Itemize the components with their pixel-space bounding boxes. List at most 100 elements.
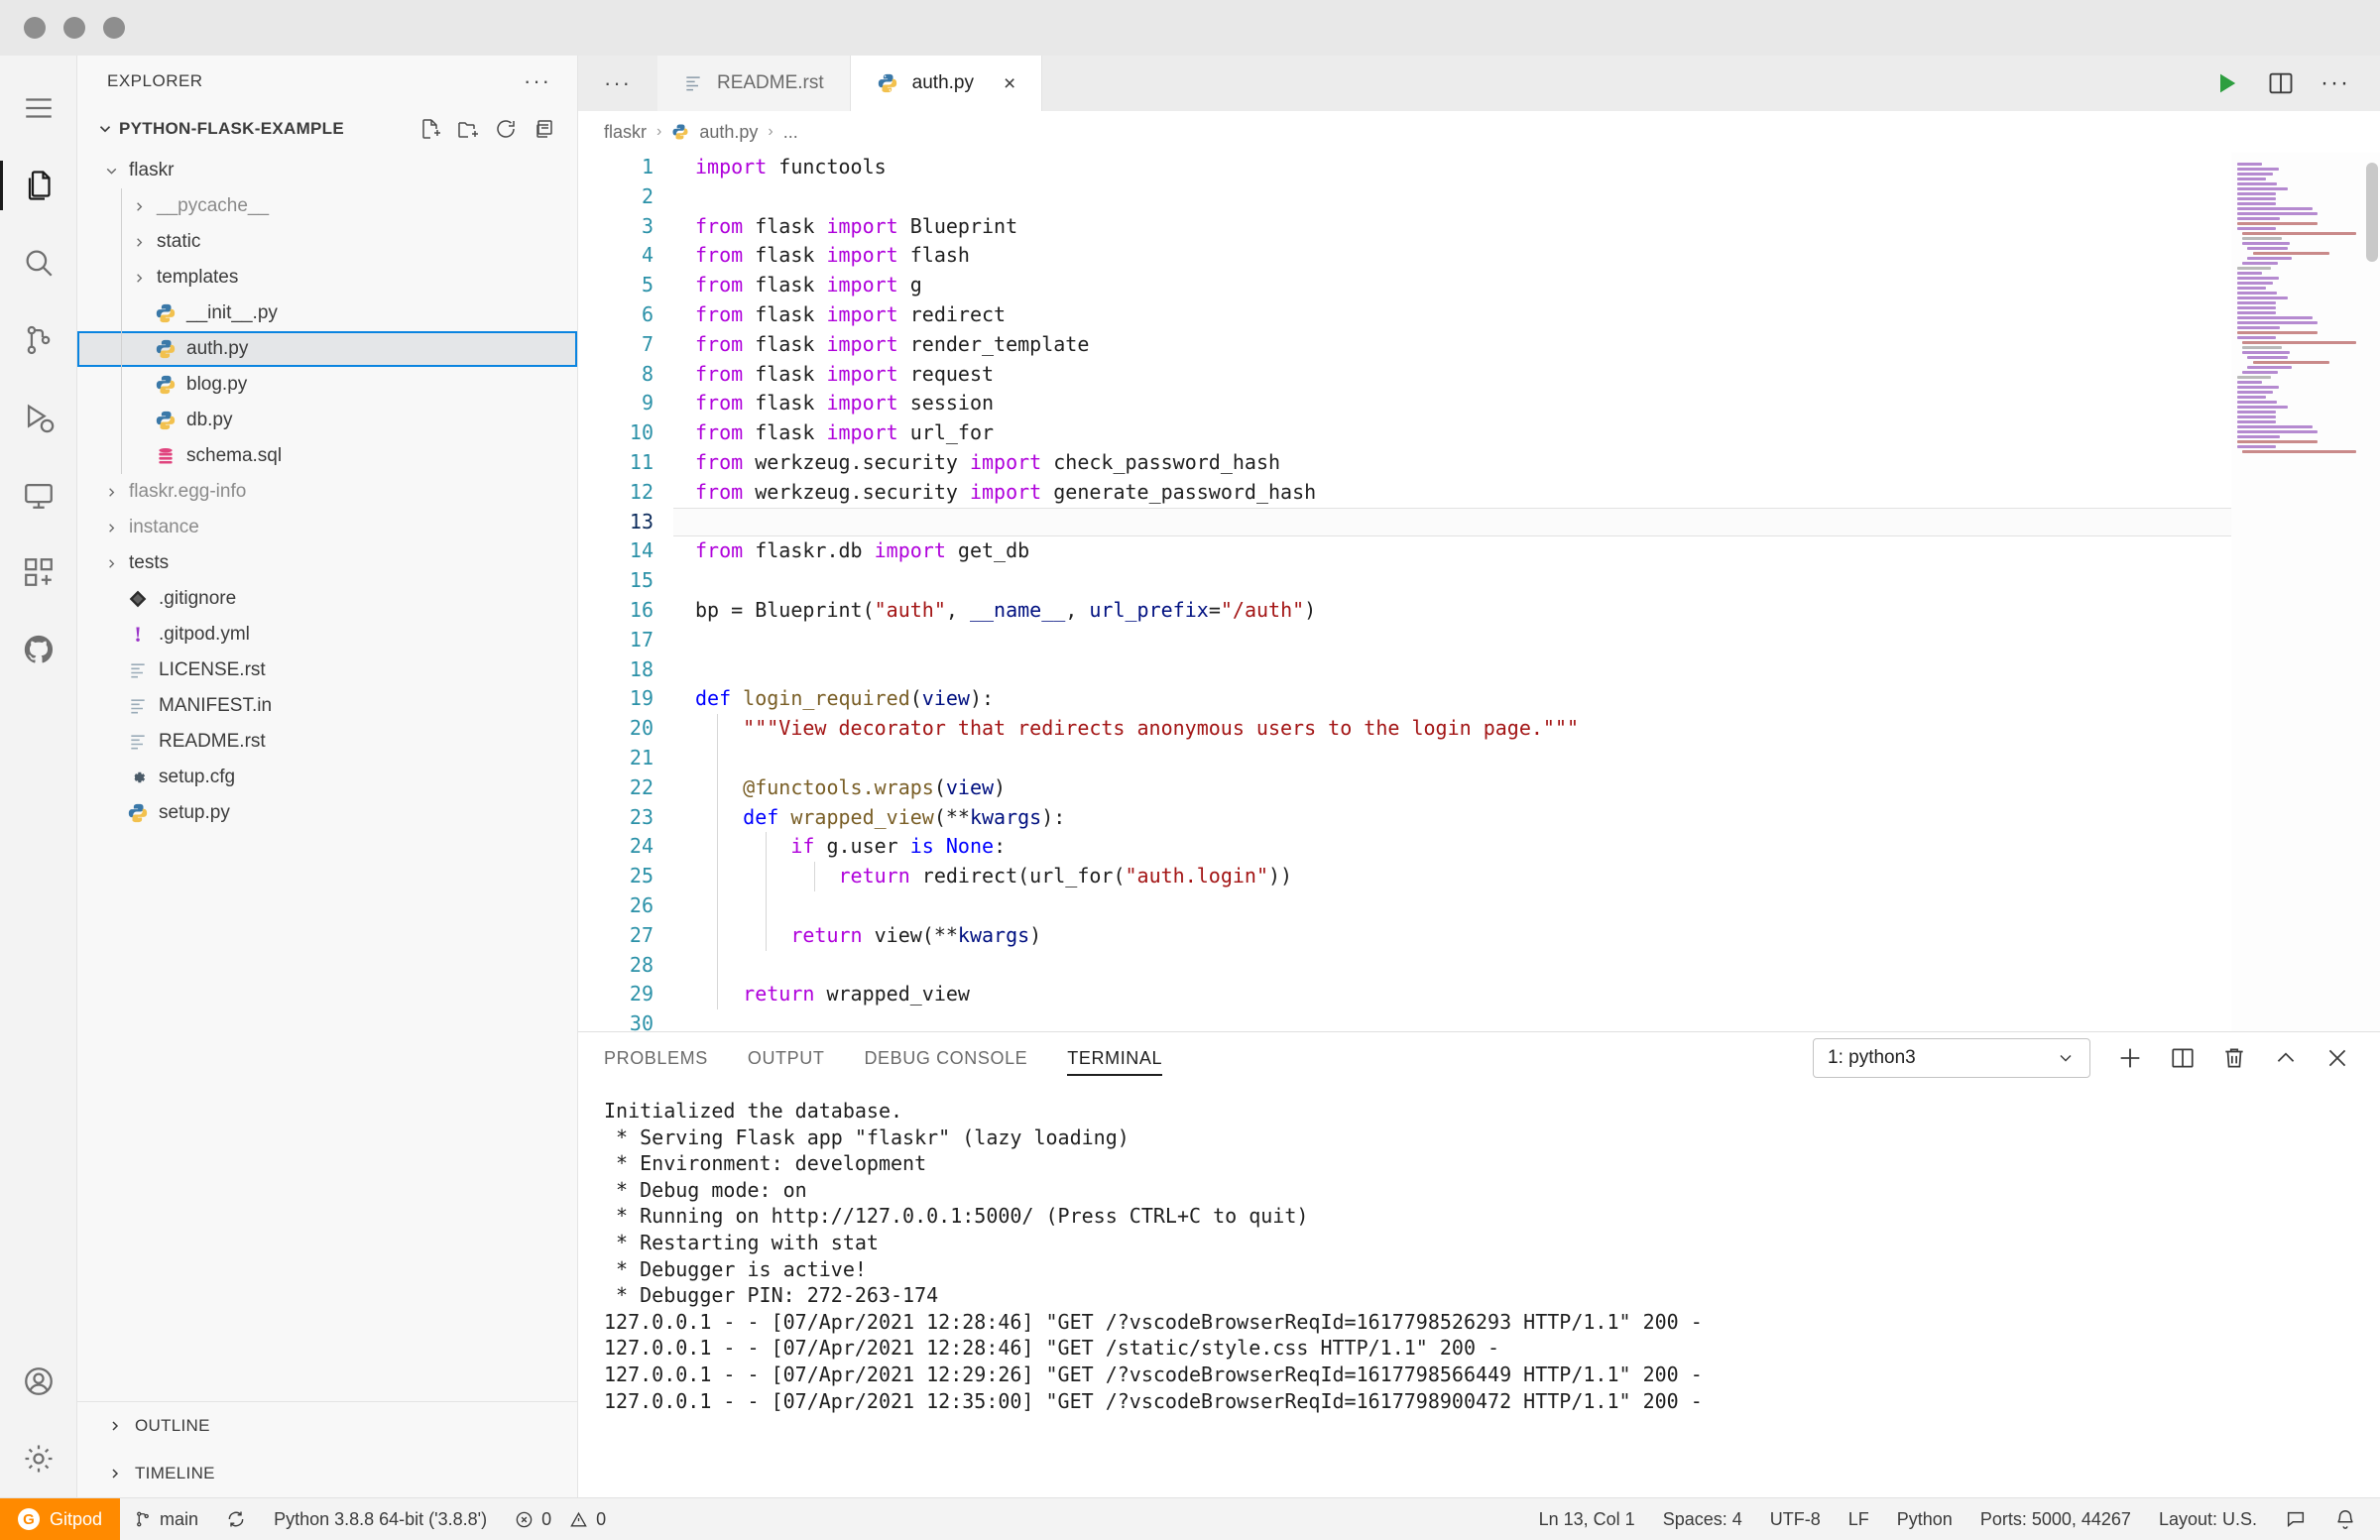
collapse-all-icon[interactable] [532, 117, 555, 141]
refresh-icon[interactable] [494, 117, 518, 141]
breadcrumb-item-symbol[interactable]: ... [783, 122, 798, 143]
tree-item-readme-rst[interactable]: README.rst [77, 724, 577, 760]
tab-problems[interactable]: PROBLEMS [604, 1032, 708, 1084]
tree-item-instance[interactable]: instance [77, 510, 577, 545]
tree-item-init-py[interactable]: __init__.py [77, 296, 577, 331]
code-line[interactable]: 3 from flask import Blueprint [578, 212, 2231, 242]
code-line[interactable]: 17 [578, 626, 2231, 655]
breadcrumb[interactable]: flaskr › auth.py › ... [578, 111, 2380, 153]
maximize-window-button[interactable] [103, 17, 125, 39]
feedback-icon[interactable] [2271, 1498, 2320, 1540]
tree-item-schema-sql[interactable]: schema.sql [77, 438, 577, 474]
tab-output[interactable]: OUTPUT [748, 1032, 825, 1084]
tree-item-auth-py[interactable]: auth.py [77, 331, 577, 367]
search-icon[interactable] [0, 224, 77, 301]
chevron-right-icon[interactable] [127, 271, 151, 286]
code-line[interactable]: 19 def login_required(view): [578, 684, 2231, 714]
tree-item-pycache[interactable]: __pycache__ [77, 188, 577, 224]
status-branch[interactable]: main [120, 1498, 212, 1540]
code-line[interactable]: 9 from flask import session [578, 389, 2231, 418]
tree-item-db-py[interactable]: db.py [77, 403, 577, 438]
close-icon[interactable]: × [1004, 73, 1015, 94]
code-line[interactable]: 2 [578, 182, 2231, 212]
sidebar-section-outline[interactable]: OUTLINE [77, 1402, 577, 1450]
terminal-output[interactable]: Initialized the database. * Serving Flas… [578, 1084, 2380, 1497]
new-terminal-icon[interactable] [2116, 1044, 2144, 1072]
code-line[interactable]: 21 [578, 743, 2231, 773]
code-line[interactable]: 20 """View decorator that redirects anon… [578, 714, 2231, 744]
run-python-file-icon[interactable] [2213, 69, 2241, 97]
split-editor-icon[interactable] [2267, 69, 2295, 97]
sidebar-section-timeline[interactable]: TIMELINE [77, 1450, 577, 1497]
breadcrumb-item-folder[interactable]: flaskr [604, 122, 647, 143]
tree-item-setup-cfg[interactable]: setup.cfg [77, 760, 577, 795]
minimap[interactable] [2231, 153, 2380, 1031]
status-ports[interactable]: Ports: 5000, 44267 [1966, 1498, 2145, 1540]
chevron-down-icon[interactable] [99, 163, 123, 179]
github-icon[interactable] [0, 611, 77, 688]
minimize-window-button[interactable] [63, 17, 85, 39]
code-line[interactable]: 4 from flask import flash [578, 241, 2231, 271]
editor-scrollbar[interactable] [2366, 163, 2378, 262]
tree-item-blog-py[interactable]: blog.py [77, 367, 577, 403]
code-line[interactable]: 23 def wrapped_view(**kwargs): [578, 802, 2231, 833]
explorer-more-actions-icon[interactable]: ··· [524, 70, 551, 92]
status-python-interpreter[interactable]: Python 3.8.8 64-bit ('3.8.8') [260, 1498, 501, 1540]
tab-debug-console[interactable]: DEBUG CONSOLE [864, 1032, 1027, 1084]
new-file-icon[interactable] [418, 117, 442, 141]
tab-auth-py[interactable]: auth.py × [850, 56, 1043, 111]
extensions-icon[interactable] [0, 533, 77, 611]
status-cursor-position[interactable]: Ln 13, Col 1 [1525, 1498, 1649, 1540]
close-window-button[interactable] [24, 17, 46, 39]
chevron-right-icon[interactable] [127, 235, 151, 250]
chevron-right-icon[interactable] [99, 485, 123, 500]
settings-gear-icon[interactable] [0, 1420, 77, 1497]
status-eol[interactable]: LF [1835, 1498, 1883, 1540]
project-root-header[interactable]: PYTHON-FLASK-EXAMPLE [77, 107, 577, 151]
source-control-icon[interactable] [0, 301, 77, 379]
tree-item-license-rst[interactable]: LICENSE.rst [77, 652, 577, 688]
editor-more-actions-icon[interactable]: ··· [2320, 71, 2350, 95]
status-problems[interactable]: 0 0 [501, 1498, 620, 1540]
accounts-icon[interactable] [0, 1343, 77, 1420]
code-line[interactable]: 8 from flask import request [578, 360, 2231, 390]
chevron-right-icon[interactable] [99, 521, 123, 535]
code-line[interactable]: 27 return view(**kwargs) [578, 920, 2231, 951]
kill-terminal-icon[interactable] [2221, 1045, 2247, 1071]
status-language-mode[interactable]: Python [1883, 1498, 1966, 1540]
code-line[interactable]: 10 from flask import url_for [578, 418, 2231, 448]
code-line[interactable]: 22 @functools.wraps(view) [578, 772, 2231, 803]
tab-readme-rst[interactable]: README.rst [656, 56, 851, 111]
terminal-selector-dropdown[interactable]: 1: python3 [1813, 1038, 2090, 1078]
tree-item-gitpod-yml[interactable]: ! .gitpod.yml [77, 617, 577, 652]
code-line[interactable]: 1 import functools [578, 153, 2231, 182]
run-debug-icon[interactable] [0, 379, 77, 456]
maximize-panel-icon[interactable] [2273, 1045, 2299, 1071]
tree-item-flaskr-egg-info[interactable]: flaskr.egg-info [77, 474, 577, 510]
chevron-right-icon[interactable] [99, 556, 123, 571]
tree-item-templates[interactable]: templates [77, 260, 577, 296]
code-line[interactable]: 14 from flaskr.db import get_db [578, 536, 2231, 566]
code-line[interactable]: 29 return wrapped_view [578, 980, 2231, 1010]
tree-item-gitignore[interactable]: .gitignore [77, 581, 577, 617]
remote-explorer-icon[interactable] [0, 456, 77, 533]
explorer-icon[interactable] [0, 147, 77, 224]
code-line[interactable]: 7 from flask import render_template [578, 330, 2231, 360]
code-line[interactable]: 12 from werkzeug.security import generate… [578, 478, 2231, 508]
code-line[interactable]: 13 [578, 507, 2231, 537]
split-terminal-icon[interactable] [2170, 1045, 2196, 1071]
code-line[interactable]: 30 [578, 1009, 2231, 1031]
editor-overflow-tabs-icon[interactable]: ··· [578, 56, 657, 111]
tree-item-tests[interactable]: tests [77, 545, 577, 581]
status-encoding[interactable]: UTF-8 [1756, 1498, 1835, 1540]
code-line[interactable]: 25 return redirect(url_for("auth.login")… [578, 862, 2231, 891]
status-sync-button[interactable] [212, 1498, 260, 1540]
status-layout[interactable]: Layout: U.S. [2145, 1498, 2271, 1540]
code-content[interactable]: 1 import functools 2 3 from flask import Blu… [578, 153, 2231, 1031]
new-folder-icon[interactable] [456, 117, 480, 141]
code-line[interactable]: 24 if g.user is None: [578, 832, 2231, 863]
code-line[interactable]: 16 bp = Blueprint("auth", __name__, url_p… [578, 596, 2231, 626]
breadcrumb-item-file[interactable]: auth.py [699, 122, 758, 143]
tree-item-setup-py[interactable]: setup.py [77, 795, 577, 831]
status-gitpod-button[interactable]: G Gitpod [0, 1498, 121, 1540]
